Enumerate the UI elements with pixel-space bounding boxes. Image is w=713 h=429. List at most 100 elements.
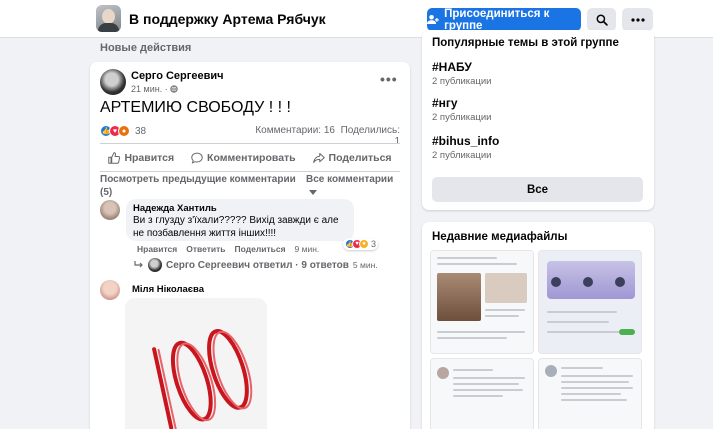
post-author-name[interactable]: Серго Сергеевич [131,70,224,82]
thumb-line [561,387,633,389]
thumb-line [561,393,621,395]
comment-like-link[interactable]: Нравится [137,244,177,254]
reply-author-avatar [148,258,162,272]
comment-author-name[interactable]: Міля Ніколаєва [132,284,204,295]
thumb-dot [551,277,561,287]
comments-count[interactable]: Комментарии: 16 [255,125,335,136]
comment-filter-dropdown[interactable]: Все комментарии [306,173,396,199]
haha-reaction-icon: ● [359,239,369,249]
media-thumbnail[interactable] [538,250,642,354]
comment-author-avatar[interactable] [100,280,120,300]
share-button[interactable]: Поделиться [312,152,392,164]
see-all-topics-button[interactable]: Все [432,177,643,202]
divider [100,171,400,172]
comment-button[interactable]: Комментировать [191,152,296,164]
post-timestamp[interactable]: 21 мин. · [131,84,178,94]
thumb-line [561,367,603,369]
sticker-100-graphic [152,329,253,429]
thumb-line [547,321,609,323]
comment-reply-link[interactable]: Ответить [186,244,225,254]
popular-topics-card: Популярные темы в этой группе #НАБУ 2 пу… [422,30,654,210]
comment-actions: Нравится Ответить Поделиться 9 мин. [137,244,319,254]
view-replies-link[interactable]: Серго Сергеевич ответил · 9 ответов 5 ми… [134,258,378,272]
thumb-line [561,399,627,401]
join-group-button[interactable]: Присоединиться к группе [427,7,581,32]
comment-share-link[interactable]: Поделиться [235,244,286,254]
group-avatar[interactable] [96,5,121,32]
thumb-avatar [437,367,449,379]
recent-media-card: Недавние медиафайлы [422,222,654,429]
post-card: Серго Сергеевич 21 мин. · ••• АРТЕМИЮ СВ… [90,62,410,429]
more-dots-icon [630,17,645,22]
post-reactions[interactable]: 👍 ♥ ● 38 [100,125,146,137]
thumb-line [485,309,525,311]
media-thumbnail[interactable] [538,358,642,429]
section-label-new-activity: Новые действия [100,42,192,54]
thumb-avatar [545,365,557,377]
thumb-line [437,337,507,339]
thumb-dot [615,277,625,287]
thumb-line [547,311,617,313]
post-more-button[interactable]: ••• [380,71,398,87]
comment-text: Ви з глузду з'їхали????? Вихід завжди є … [133,215,339,239]
like-label: Нравится [124,152,175,164]
thumb-photo [485,273,527,303]
more-options-button[interactable] [622,8,653,31]
comment-label: Комментировать [207,152,296,164]
thumb-line [453,383,519,385]
topic-item[interactable]: #bihus_info 2 публикации [432,134,499,161]
topic-tag: #НАБУ [432,60,472,74]
comment-author-name[interactable]: Надежда Хантиль [133,203,347,214]
share-arrow-icon [312,153,325,163]
topic-item[interactable]: #нгу 2 публикации [432,96,492,123]
topic-item[interactable]: #НАБУ 2 публикации [432,60,492,87]
comment-bubble-icon [191,152,203,164]
search-icon [596,14,608,26]
group-title[interactable]: В поддержку Артема Рябчук [129,11,326,27]
thumb-line [437,257,497,259]
thumb-line [453,377,525,379]
topic-count: 2 публикации [432,150,492,161]
media-thumbnail[interactable] [430,250,534,354]
reply-summary: Серго Сергеевич ответил · 9 ответов [166,259,349,271]
thumb-line [437,331,525,333]
comment-sticker-image[interactable] [125,298,267,429]
recent-media-title: Недавние медиафайлы [432,231,568,243]
thumb-line [437,263,517,265]
thumb-badge [619,329,635,335]
post-action-bar: Нравится Комментировать Поделиться [100,146,400,170]
like-button[interactable]: Нравится [108,152,174,164]
post-author-avatar[interactable] [100,69,126,95]
thumb-line [561,381,629,383]
comment-reactions[interactable]: 👍 ♥ ● 3 [343,238,379,250]
topic-tag: #нгу [432,96,458,110]
thumb-line [547,331,621,333]
people-icon [427,14,439,25]
view-previous-comments-link[interactable]: Посмотреть предыдущие комментарии (5) [100,173,300,199]
thumb-photo [437,273,481,321]
thumb-line [561,375,633,377]
thumb-line [453,395,503,397]
comment-timestamp[interactable]: 9 мин. [295,244,320,254]
reply-timestamp: 5 мин. [352,260,378,270]
post-time-text: 21 мин. · [131,84,171,94]
comment-author-avatar[interactable] [100,200,120,220]
comment-bubble: Надежда Хантиль Ви з глузду з'їхали?????… [126,199,354,241]
globe-icon [170,85,178,93]
divider [100,143,400,144]
media-thumbnail[interactable] [430,358,534,429]
comment-reaction-count: 3 [371,239,377,249]
thumb-line [453,369,493,371]
search-button[interactable] [587,8,616,31]
chevron-down-icon [309,189,317,195]
thumb-line [485,315,519,317]
avatar-shirt [98,23,119,32]
share-label: Поделиться [328,152,392,164]
thumb-line [453,389,523,391]
thumb-dot [583,277,593,287]
popular-topics-title: Популярные темы в этой группе [432,37,619,49]
post-reaction-count: 38 [135,125,147,137]
join-group-label: Присоединиться к группе [444,7,550,32]
topic-count: 2 публикации [432,112,492,123]
avatar-face [102,9,115,24]
